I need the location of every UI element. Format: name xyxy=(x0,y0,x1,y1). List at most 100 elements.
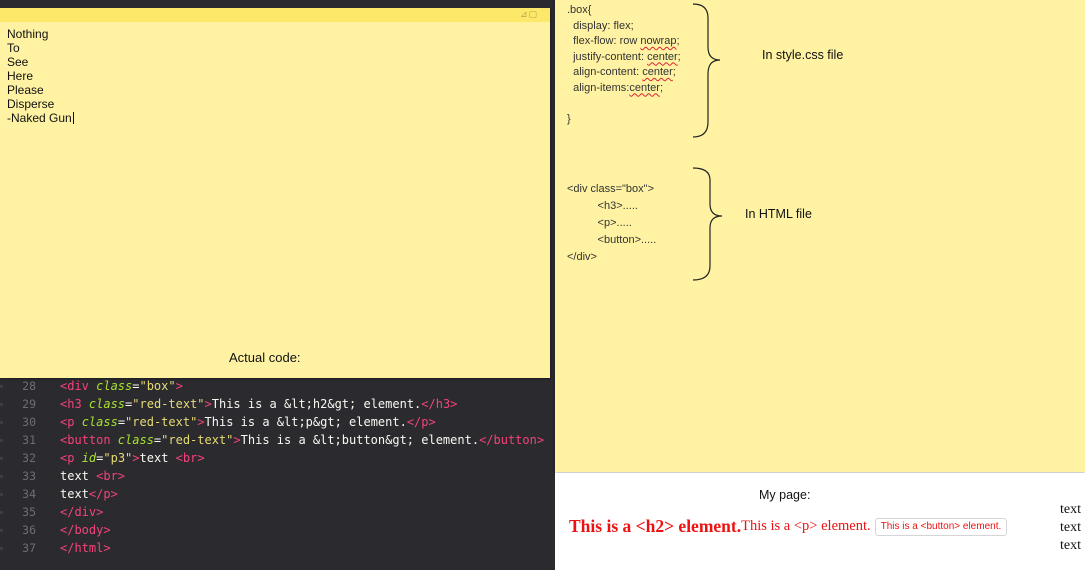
code-token: <p xyxy=(60,451,82,465)
sticky-line: -Naked Gun xyxy=(7,111,74,125)
code-line[interactable]: 33 text <br> xyxy=(0,467,555,485)
sticky-line: To xyxy=(7,41,20,55)
code-token: This is a &lt;p&gt; element. xyxy=(204,415,407,429)
code-token: </p> xyxy=(406,415,436,429)
code-token: class xyxy=(88,397,126,411)
line-number: 36 xyxy=(22,523,36,537)
code-token: > xyxy=(197,415,205,429)
my-page-label: My page: xyxy=(759,488,811,502)
screen: 28 <div class="box"> 29 <h3 class="red-text… xyxy=(0,0,1085,570)
sticky-note-left[interactable]: ⊿▢ Nothing To See Here Please Disperse -Naked … xyxy=(0,8,550,378)
rendered-box: This is a <h2> element. This is a <p> el… xyxy=(569,516,1008,537)
code-token: "box" xyxy=(139,379,176,393)
code-text: </div> xyxy=(60,503,103,521)
spellcheck-underline: nowrap xyxy=(640,35,677,47)
code-token: id xyxy=(81,451,97,465)
code-line[interactable]: 29 <h3 class="red-text">This is a &lt;h2&… xyxy=(0,395,555,413)
css-snippet: .box{ display: flex; flex-flow: row nowr… xyxy=(567,3,681,127)
code-token: </body> xyxy=(60,523,111,537)
html-line: <button>..... xyxy=(567,234,657,246)
line-number: 29 xyxy=(22,397,36,411)
sticky-note-text[interactable]: Nothing To See Here Please Disperse -Naked Gun xyxy=(7,27,74,125)
code-token: <p xyxy=(60,415,82,429)
css-line: .box{ xyxy=(567,4,592,16)
spellcheck-underline: center xyxy=(629,81,660,94)
resize-icon[interactable]: ⊿▢ xyxy=(520,10,538,20)
code-token: <br> xyxy=(96,469,126,483)
sticky-line: Please xyxy=(7,83,44,97)
css-line: align-content: center; xyxy=(567,66,676,78)
rendered-h3: This is a <h2> element. xyxy=(569,516,742,536)
code-token: <div xyxy=(60,379,97,393)
code-token: text xyxy=(60,487,89,501)
html-line: <div class="box"> xyxy=(567,183,654,195)
code-token: <button xyxy=(60,433,118,447)
code-text: <button class="red-text">This is a &lt;b… xyxy=(60,431,544,449)
code-token: <h3 xyxy=(60,397,89,411)
code-token: "p3" xyxy=(103,451,133,465)
code-token: class xyxy=(96,379,133,393)
code-token: "red-text" xyxy=(132,397,205,411)
css-brace-icon xyxy=(692,3,721,138)
html-snippet: <div class="box"> <h3>..... <p>..... <bu… xyxy=(567,181,656,266)
sticky-line: See xyxy=(7,55,29,69)
rendered-button[interactable]: This is a <button> element. xyxy=(874,517,1008,536)
code-text: <p id="p3">text <br> xyxy=(60,449,205,467)
sticky-titlebar[interactable]: ⊿▢ xyxy=(0,8,550,22)
code-line[interactable]: 30 <p class="red-text">This is a &lt;p&gt… xyxy=(0,413,555,431)
line-number: 33 xyxy=(22,469,36,483)
code-text: <h3 class="red-text">This is a &lt;h2&gt… xyxy=(60,395,457,413)
code-line[interactable]: 35 </div> xyxy=(0,503,555,521)
code-token: class xyxy=(81,415,118,429)
line-number: 35 xyxy=(22,505,36,519)
html-line: <p>..... xyxy=(567,217,632,229)
html-line: <h3>..... xyxy=(567,200,638,212)
code-text: text</p> xyxy=(60,485,118,503)
code-token: text xyxy=(60,469,97,483)
css-line: justify-content: center; xyxy=(567,50,681,63)
line-number: 32 xyxy=(22,451,36,465)
rendered-text-line: text xyxy=(1060,538,1081,553)
rendered-page: My page: This is a <h2> element. This is… xyxy=(555,473,1085,570)
code-text: <p class="red-text">This is a &lt;p&gt; … xyxy=(60,413,436,431)
code-token: </div> xyxy=(60,505,104,519)
rendered-text-line: text xyxy=(1060,520,1081,535)
code-token: = xyxy=(117,415,126,429)
code-line[interactable]: 37 </html> xyxy=(0,539,555,557)
css-annotation: In style.css file xyxy=(762,48,844,62)
code-line[interactable]: 28 <div class="box"> xyxy=(0,377,555,395)
code-token: text xyxy=(139,451,176,465)
css-line: } xyxy=(567,112,571,125)
sticky-note-right[interactable]: .box{ display: flex; flex-flow: row nowr… xyxy=(555,0,1085,472)
line-number: 37 xyxy=(22,541,36,555)
css-line xyxy=(567,96,681,112)
css-line: align-items:center; xyxy=(567,81,663,94)
code-token: This is a &lt;h2&gt; element. xyxy=(211,397,422,411)
code-line[interactable]: 31 <button class="red-text">This is a &lt… xyxy=(0,431,555,449)
code-token: > xyxy=(204,397,212,411)
code-text: text <br> xyxy=(60,467,125,485)
css-line: display: flex; xyxy=(567,19,634,32)
code-token: class xyxy=(117,433,154,447)
code-line[interactable]: 36 </body> xyxy=(0,521,555,539)
sticky-line: Nothing xyxy=(7,27,49,41)
line-number: 34 xyxy=(22,487,36,501)
code-text: </html> xyxy=(60,539,111,557)
code-line[interactable]: 32 <p id="p3">text <br> xyxy=(0,449,555,467)
code-lines[interactable]: 28 <div class="box"> 29 <h3 class="red-text… xyxy=(0,377,555,557)
sticky-line: Here xyxy=(7,69,34,83)
line-number: 30 xyxy=(22,415,36,429)
rendered-p: This is a <p> element. xyxy=(741,518,871,534)
code-token: > xyxy=(233,433,241,447)
code-token: This is a &lt;button&gt; element. xyxy=(240,433,480,447)
code-token: "red-text" xyxy=(161,433,234,447)
code-text: </body> xyxy=(60,521,111,539)
spellcheck-underline: center xyxy=(647,50,678,63)
actual-code-caption: Actual code: xyxy=(229,350,301,365)
code-line[interactable]: 34 text</p> xyxy=(0,485,555,503)
code-text: <div class="box"> xyxy=(60,377,183,395)
rendered-text-line: text xyxy=(1060,502,1081,517)
sticky-line: Disperse xyxy=(7,97,55,111)
code-token: </h3> xyxy=(421,397,458,411)
html-brace-icon xyxy=(692,167,723,281)
